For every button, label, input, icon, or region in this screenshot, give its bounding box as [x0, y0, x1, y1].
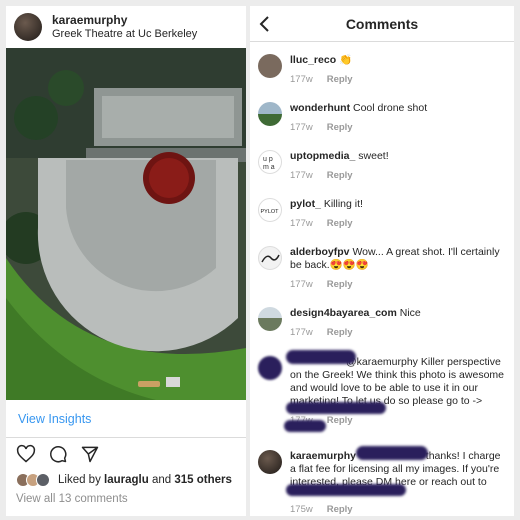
post-actions — [6, 438, 246, 470]
comment-username[interactable]: alderboyfpv — [290, 246, 350, 258]
commenter-avatar[interactable] — [258, 246, 282, 270]
commenter-avatar[interactable] — [258, 450, 282, 474]
likes-prefix: Liked by — [58, 474, 101, 486]
comment-text: 👏 — [339, 54, 353, 66]
likes-count[interactable]: 315 others — [174, 474, 232, 486]
likes-row: Liked by lauraglu and 315 others — [6, 470, 246, 490]
heart-icon[interactable] — [16, 444, 36, 464]
comment-age: 177w — [290, 327, 313, 338]
comment-item: wonderhunt Cool drone shot 177w Reply — [258, 102, 508, 134]
comments-nav-bar: Comments — [250, 6, 514, 42]
post-location[interactable]: Greek Theatre at Uc Berkeley — [52, 27, 197, 41]
comment-item: alderboyfpv Wow... A great shot. I'll ce… — [258, 246, 508, 291]
post-header: karaemurphy Greek Theatre at Uc Berkeley — [6, 6, 246, 48]
post-author-avatar[interactable] — [14, 13, 42, 41]
reply-button[interactable]: Reply — [327, 121, 353, 134]
comment-item: design4bayarea_com Nice 177w Reply — [258, 307, 508, 339]
comment-username[interactable]: design4bayarea_com — [290, 307, 397, 319]
liked-by-user[interactable]: lauraglu — [104, 474, 149, 486]
reply-button[interactable]: Reply — [327, 217, 353, 230]
commenter-avatar-uptopmedia-logo[interactable]: u pm a — [258, 150, 282, 174]
comment-username[interactable]: pylot_ — [290, 198, 321, 210]
comment-age: 175w — [290, 504, 313, 515]
post-panel: karaemurphy Greek Theatre at Uc Berkeley… — [6, 6, 246, 516]
svg-text:u p: u p — [263, 156, 273, 163]
svg-text:m a: m a — [263, 164, 275, 171]
post-username[interactable]: karaemurphy — [52, 13, 197, 27]
redaction-mark — [286, 402, 386, 414]
comment-item: lluc_reco 👏 177w Reply — [258, 54, 508, 86]
reply-button[interactable]: Reply — [327, 169, 353, 182]
liker-avatar — [36, 473, 50, 487]
redaction-mark — [356, 446, 428, 460]
post-photo-aerial-amphitheatre[interactable] — [6, 48, 246, 400]
svg-text:PYLOT: PYLOT — [261, 209, 280, 215]
comment-age: 177w — [290, 218, 313, 229]
commenter-avatar-pylot-logo[interactable]: PYLOT — [258, 198, 282, 222]
reply-button[interactable]: Reply — [327, 326, 353, 339]
comment-age: 177w — [290, 122, 313, 133]
view-insights-link[interactable]: View Insights — [6, 400, 246, 438]
commenter-avatar-redacted — [258, 356, 282, 380]
comment-icon[interactable] — [48, 444, 68, 464]
commenter-avatar[interactable] — [258, 307, 282, 331]
comment-text: sweet! — [358, 150, 389, 162]
share-icon[interactable] — [80, 444, 100, 464]
comment-age: 177w — [290, 170, 313, 181]
comment-text: Killing it! — [323, 198, 363, 210]
liker-avatars — [16, 473, 50, 487]
view-all-comments-link[interactable]: View all 13 comments — [6, 490, 246, 505]
comment-text: Nice — [399, 307, 421, 319]
comment-age: 177w — [290, 74, 313, 85]
comment-username[interactable]: karaemurphy — [290, 450, 356, 462]
comments-title: Comments — [345, 15, 419, 32]
comment-item: u pm a uptopmedia_ sweet! 177w Reply — [258, 150, 508, 182]
redaction-mark — [286, 350, 356, 364]
comment-age: 177w — [290, 279, 313, 290]
chevron-left-icon[interactable] — [258, 15, 272, 38]
comment-username[interactable]: wonderhunt — [290, 102, 350, 114]
comment-username[interactable]: lluc_reco — [290, 54, 336, 66]
commenter-avatar[interactable] — [258, 102, 282, 126]
comment-item: PYLOT pylot_ Killing it! 177w Reply — [258, 198, 508, 230]
comments-panel: Comments lluc_reco 👏 177w Reply wonderhun… — [250, 6, 514, 516]
comment-username[interactable]: uptopmedia_ — [290, 150, 355, 162]
redaction-mark — [286, 484, 406, 496]
comment-text: Cool drone shot — [353, 102, 428, 114]
comment-item: @karaemurphy Killer perspective on the G… — [258, 356, 508, 427]
reply-button[interactable]: Reply — [327, 73, 353, 86]
likes-and: and — [151, 474, 172, 486]
reply-button[interactable]: Reply — [327, 414, 353, 427]
redaction-mark — [284, 420, 326, 432]
commenter-avatar[interactable] — [258, 54, 282, 78]
reply-button[interactable]: Reply — [327, 278, 353, 291]
reply-button[interactable]: Reply — [327, 503, 353, 516]
